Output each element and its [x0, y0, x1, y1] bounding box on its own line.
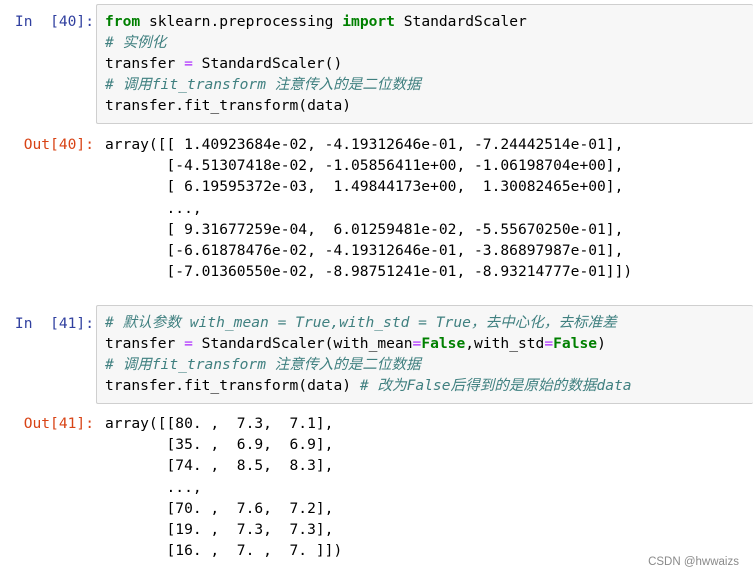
keyword-from: from: [105, 13, 141, 30]
code-line: # 实例化: [105, 32, 753, 53]
assign-operator: =: [184, 335, 193, 352]
output-line: [70. , 7.6, 7.2],: [105, 499, 334, 517]
code-text: ): [597, 335, 606, 352]
cell-40-out-prompt: Out[40]:: [23, 136, 94, 153]
cell-41-output: array([[80. , 7.3, 7.1], [35. , 6.9, 6.9…: [105, 413, 745, 561]
code-line: # 默认参数 with_mean = True,with_std = True，…: [105, 312, 753, 333]
assign-operator: =: [184, 55, 193, 72]
keyword-false: False: [421, 335, 466, 352]
cell-40-in-prompt: In [40]:: [14, 13, 94, 30]
output-line: [74. , 8.5, 8.3],: [105, 457, 334, 475]
cell-41-code-input[interactable]: # 默认参数 with_mean = True,with_std = True，…: [96, 305, 753, 404]
output-line: [-6.61878476e-02, -4.19312646e-01, -3.86…: [105, 241, 624, 259]
code-comment: # 调用fit_transform 注意传入的是二位数据: [105, 76, 421, 93]
code-line: transfer = StandardScaler(): [105, 53, 753, 74]
cell-41-in-prompt: In [41]:: [14, 315, 94, 332]
code-line: # 调用fit_transform 注意传入的是二位数据: [105, 354, 753, 375]
code-text: StandardScaler(): [192, 55, 343, 72]
keyword-import: import: [342, 13, 395, 30]
output-line: [-4.51307418e-02, -1.05856411e+00, -1.06…: [105, 157, 624, 175]
code-text: transfer.fit_transform(data): [105, 377, 360, 394]
code-comment: # 实例化: [105, 34, 167, 51]
output-line: [ 6.19595372e-03, 1.49844173e+00, 1.3008…: [105, 178, 624, 196]
code-comment: # 改为False后得到的是原始的数据data: [359, 377, 632, 394]
code-comment: # 默认参数 with_mean = True,with_std = True，…: [105, 314, 617, 331]
output-line: ...,: [105, 199, 202, 217]
cell-40-output: array([[ 1.40923684e-02, -4.19312646e-01…: [105, 134, 745, 282]
output-line: array([[ 1.40923684e-02, -4.19312646e-01…: [105, 136, 624, 153]
code-line: transfer.fit_transform(data): [105, 95, 753, 116]
module-name: sklearn.preprocessing: [140, 13, 343, 30]
code-line: transfer = StandardScaler(with_mean=Fals…: [105, 333, 753, 354]
code-text: ,with_std: [465, 335, 545, 352]
output-line: [19. , 7.3, 7.3],: [105, 520, 334, 538]
import-name: StandardScaler: [394, 13, 527, 30]
code-line: from sklearn.preprocessing import Standa…: [105, 11, 753, 32]
output-line: array([[80. , 7.3, 7.1],: [105, 415, 334, 432]
code-text: StandardScaler(with_mean: [192, 335, 413, 352]
cell-41-out-prompt: Out[41]:: [23, 415, 94, 432]
variable-name: transfer: [105, 335, 185, 352]
assign-operator: =: [412, 335, 422, 352]
output-line: ...,: [105, 478, 202, 496]
output-line: [-7.01360550e-02, -8.98751241e-01, -8.93…: [105, 263, 633, 281]
keyword-false: False: [553, 335, 598, 352]
assign-operator: =: [544, 335, 554, 352]
watermark: CSDN @hwwaizs: [648, 556, 739, 568]
output-line: [ 9.31677259e-04, 6.01259481e-02, -5.556…: [105, 220, 624, 238]
variable-name: transfer: [105, 55, 185, 72]
cell-40-code-input[interactable]: from sklearn.preprocessing import Standa…: [96, 4, 753, 124]
code-text: transfer.fit_transform(data): [105, 97, 352, 114]
code-line: transfer.fit_transform(data) # 改为False后得…: [105, 375, 753, 396]
output-line: [35. , 6.9, 6.9],: [105, 436, 334, 454]
code-line: # 调用fit_transform 注意传入的是二位数据: [105, 74, 753, 95]
code-comment: # 调用fit_transform 注意传入的是二位数据: [105, 356, 421, 373]
